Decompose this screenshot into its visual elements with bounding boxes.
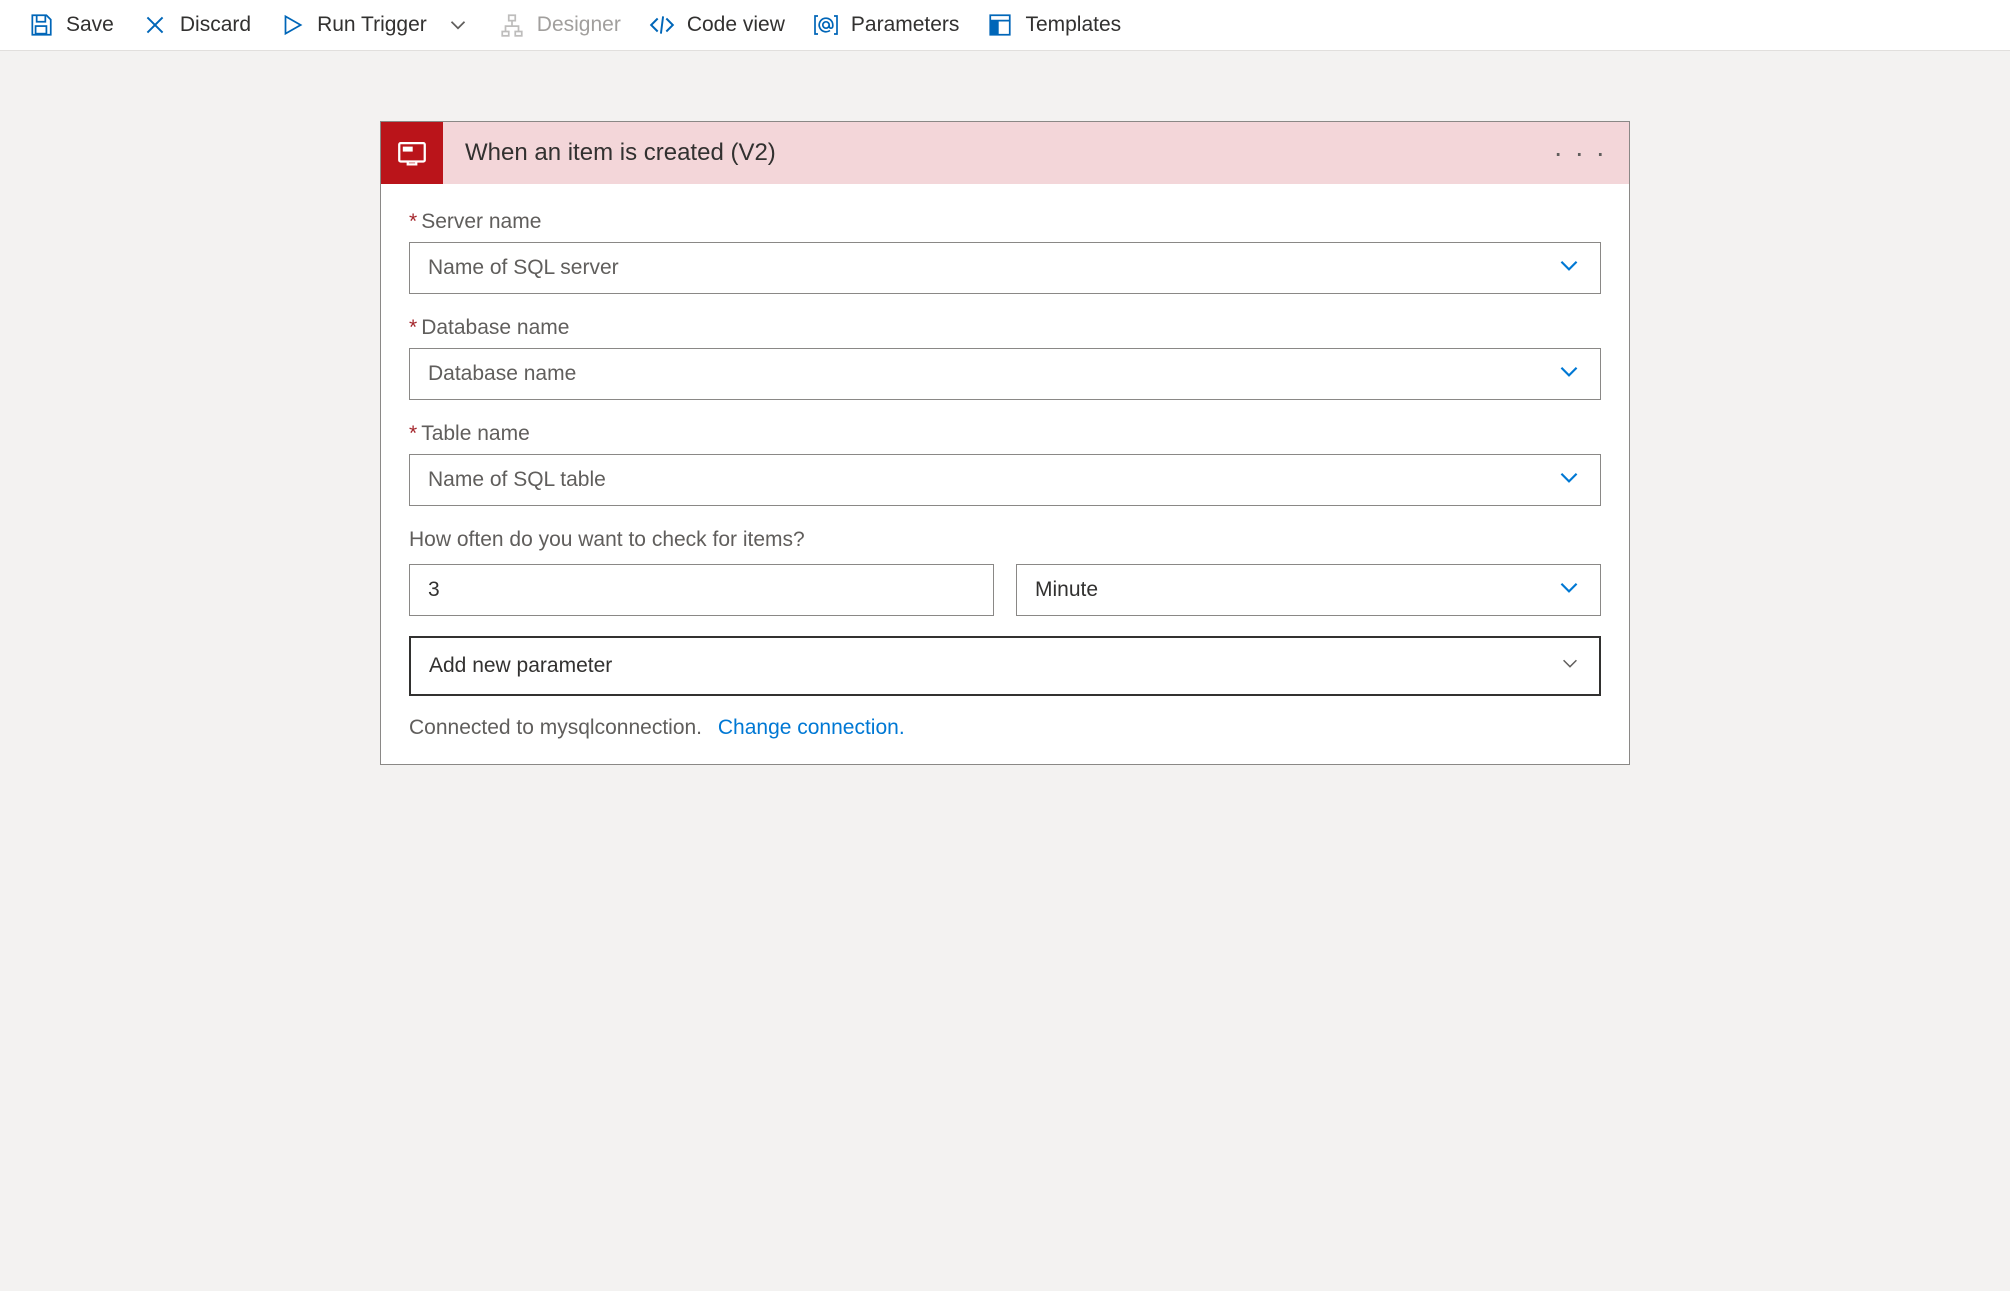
field-database-name: *Database name Database name: [409, 316, 1601, 400]
discard-button[interactable]: Discard: [142, 12, 251, 38]
code-view-button[interactable]: Code view: [649, 12, 785, 38]
field-server-name: *Server name Name of SQL server: [409, 210, 1601, 294]
run-trigger-label: Run Trigger: [317, 13, 427, 37]
card-body: *Server name Name of SQL server *Databas…: [381, 184, 1629, 764]
save-label: Save: [66, 13, 114, 37]
trigger-card: When an item is created (V2) · · · *Serv…: [380, 121, 1630, 765]
designer-button: Designer: [499, 12, 621, 38]
chevron-down-icon: [1556, 574, 1582, 606]
card-menu-button[interactable]: · · ·: [1531, 147, 1629, 158]
hierarchy-icon: [499, 12, 525, 38]
at-bracket-icon: [813, 12, 839, 38]
chevron-down-icon: [1556, 464, 1582, 496]
templates-button[interactable]: Templates: [987, 12, 1121, 38]
play-icon: [279, 12, 305, 38]
designer-canvas: When an item is created (V2) · · · *Serv…: [0, 51, 2010, 1291]
table-name-label: *Table name: [409, 422, 1601, 446]
close-icon: [142, 12, 168, 38]
save-button[interactable]: Save: [28, 12, 114, 38]
parameters-label: Parameters: [851, 13, 960, 37]
server-name-dropdown[interactable]: Name of SQL server: [409, 242, 1601, 294]
toolbar: Save Discard Run Trigger Designer: [0, 0, 2010, 51]
code-icon: [649, 12, 675, 38]
connection-status: Connected to mysqlconnection.: [409, 716, 702, 739]
field-table-name: *Table name Name of SQL table: [409, 422, 1601, 506]
card-title: When an item is created (V2): [443, 139, 1531, 167]
chevron-down-icon: [445, 12, 471, 38]
parameters-button[interactable]: Parameters: [813, 12, 960, 38]
save-icon: [28, 12, 54, 38]
sql-connector-icon: [381, 122, 443, 184]
field-frequency: How often do you want to check for items…: [409, 528, 1601, 552]
database-name-dropdown[interactable]: Database name: [409, 348, 1601, 400]
discard-label: Discard: [180, 13, 251, 37]
database-name-label: *Database name: [409, 316, 1601, 340]
frequency-row: Minute: [409, 564, 1601, 616]
table-name-value: Name of SQL table: [428, 468, 606, 492]
card-header[interactable]: When an item is created (V2) · · ·: [381, 122, 1629, 184]
table-name-dropdown[interactable]: Name of SQL table: [409, 454, 1601, 506]
interval-input[interactable]: [409, 564, 994, 616]
templates-label: Templates: [1025, 13, 1121, 37]
database-name-value: Database name: [428, 362, 576, 386]
frequency-label: How often do you want to check for items…: [409, 528, 1601, 552]
unit-dropdown[interactable]: Minute: [1016, 564, 1601, 616]
connection-footer: Connected to mysqlconnection. Change con…: [409, 716, 1601, 740]
add-parameter-label: Add new parameter: [429, 654, 612, 678]
template-icon: [987, 12, 1013, 38]
chevron-down-icon: [1556, 358, 1582, 390]
add-parameter-dropdown[interactable]: Add new parameter: [409, 636, 1601, 696]
server-name-label: *Server name: [409, 210, 1601, 234]
designer-label: Designer: [537, 13, 621, 37]
chevron-down-icon: [1556, 252, 1582, 284]
change-connection-link[interactable]: Change connection.: [718, 716, 905, 739]
run-trigger-button[interactable]: Run Trigger: [279, 12, 471, 38]
unit-value: Minute: [1035, 578, 1098, 602]
chevron-down-icon: [1559, 652, 1581, 680]
server-name-value: Name of SQL server: [428, 256, 619, 280]
code-view-label: Code view: [687, 13, 785, 37]
